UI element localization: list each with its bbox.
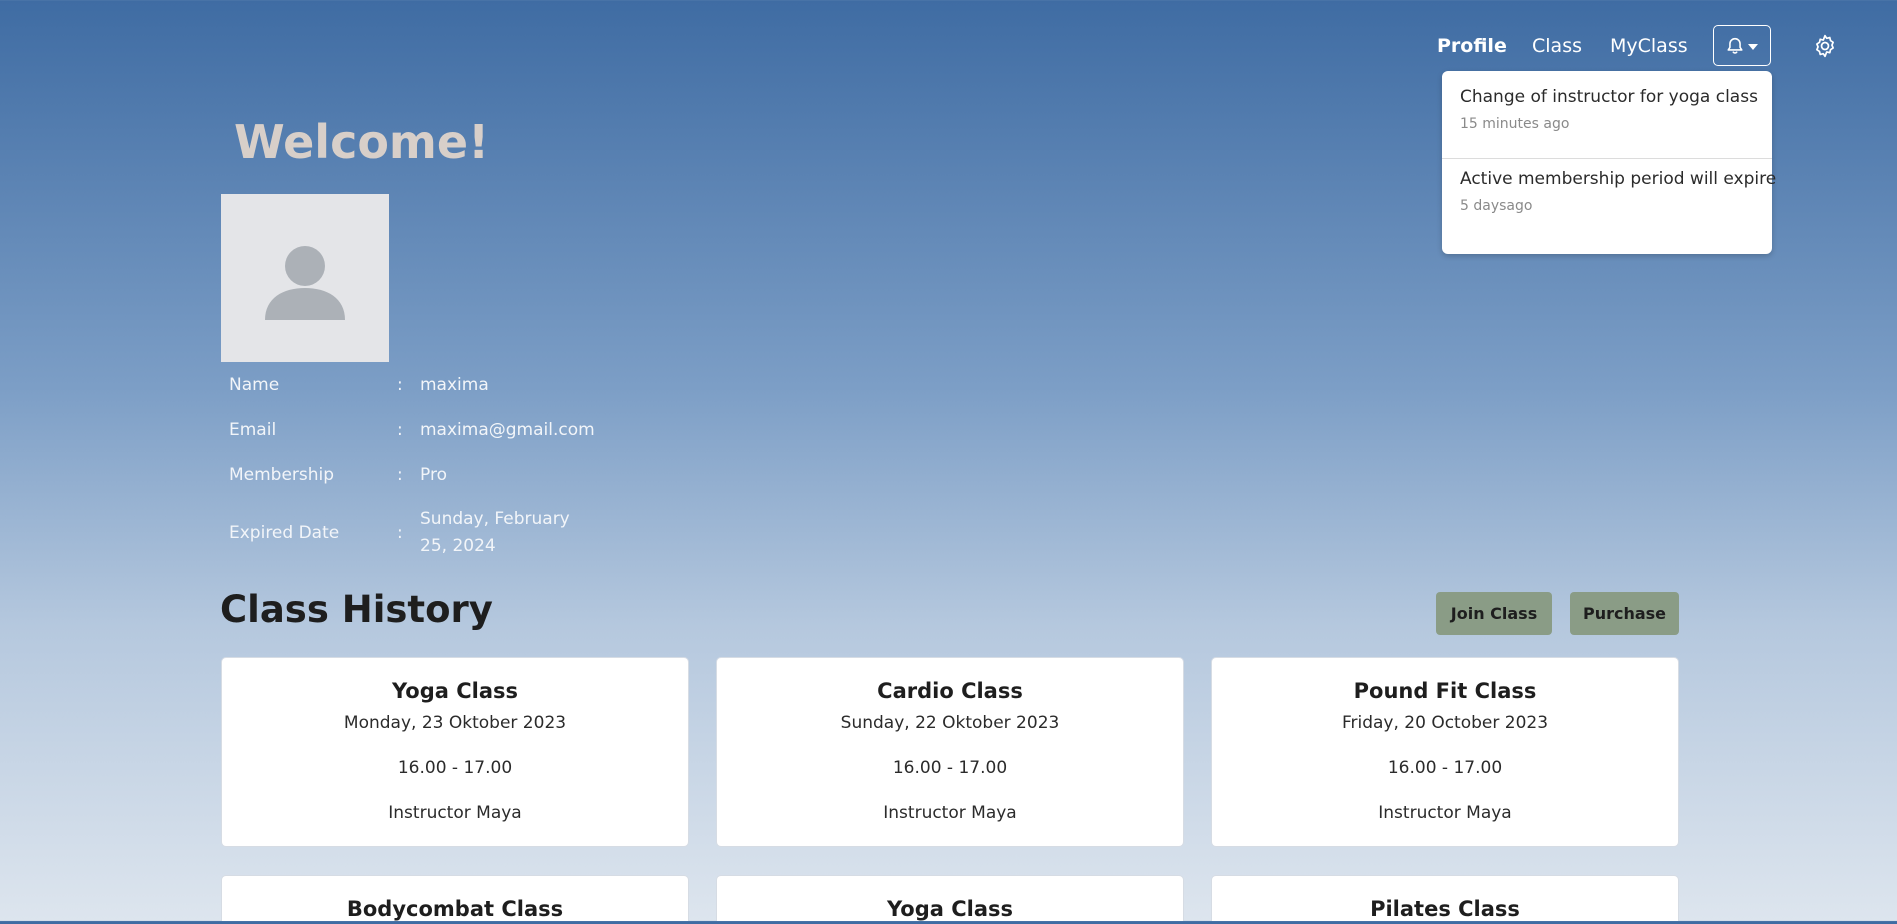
profile-separator: : [397, 465, 403, 485]
bell-icon [1727, 37, 1743, 54]
nav-profile-link[interactable]: Profile [1437, 34, 1507, 58]
class-history-title: Class History [220, 588, 493, 631]
purchase-button[interactable]: Purchase [1570, 592, 1679, 635]
class-card-title: Yoga Class [392, 679, 518, 703]
profile-label: Name [229, 375, 280, 395]
profile-value: Pro [420, 465, 447, 485]
class-card-instructor: Instructor Maya [883, 803, 1017, 823]
notification-time: 15 minutes ago [1460, 116, 1570, 132]
class-card-title: Bodycombat Class [346, 897, 564, 921]
notification-time: 5 daysago [1460, 198, 1533, 214]
notification-item[interactable]: Active membership period will expire 5 d… [1442, 158, 1777, 244]
profile-value: maxima [420, 375, 489, 395]
nav-class-link[interactable]: Class [1532, 34, 1582, 58]
notification-item[interactable]: Change of instructor for yoga class 15 m… [1442, 85, 1772, 158]
notification-title: Change of instructor for yoga class [1460, 87, 1758, 107]
class-card-instructor: Instructor Maya [1378, 803, 1512, 823]
notification-dropdown-button[interactable] [1713, 25, 1771, 66]
profile-value: Sunday, February 25, 2024 [420, 509, 570, 556]
class-card-title: Cardio Class [877, 679, 1023, 703]
class-card[interactable]: Pound Fit Class Friday, 20 October 2023 … [1211, 657, 1679, 847]
class-card-date: Friday, 20 October 2023 [1341, 713, 1549, 733]
class-card-title: Pound Fit Class [1353, 679, 1537, 703]
welcome-heading: Welcome! [234, 115, 490, 169]
notification-dropdown-menu: Change of instructor for yoga class 15 m… [1442, 71, 1777, 254]
profile-value: maxima@gmail.com [420, 420, 595, 440]
class-card[interactable]: Bodycombat Class [221, 875, 689, 921]
class-card-time: 16.00 - 17.00 [1387, 758, 1503, 778]
profile-label: Email [229, 420, 277, 440]
profile-label: Expired Date [229, 523, 340, 543]
nav-myclass-link[interactable]: MyClass [1610, 34, 1688, 58]
gear-icon[interactable] [1812, 33, 1838, 59]
profile-separator: : [397, 375, 403, 395]
profile-separator: : [397, 523, 403, 543]
class-card-date: Sunday, 22 Oktober 2023 [840, 713, 1060, 733]
class-card-time: 16.00 - 17.00 [397, 758, 513, 778]
user-placeholder-icon [265, 246, 345, 320]
class-card-date: Monday, 23 Oktober 2023 [343, 713, 567, 733]
join-class-button[interactable]: Join Class [1436, 592, 1552, 635]
notification-title: Active membership period will expire [1460, 169, 1777, 189]
class-card-instructor: Instructor Maya [388, 803, 522, 823]
class-card-title: Yoga Class [887, 897, 1013, 921]
class-card[interactable]: Yoga Class [716, 875, 1184, 921]
profile-separator: : [397, 420, 403, 440]
class-card[interactable]: Pilates Class [1211, 875, 1679, 921]
chevron-down-icon [1748, 43, 1758, 50]
class-card-title: Pilates Class [1370, 897, 1520, 921]
class-card-time: 16.00 - 17.00 [892, 758, 1008, 778]
avatar [221, 194, 389, 362]
profile-label: Membership [229, 465, 335, 485]
class-card[interactable]: Yoga Class Monday, 23 Oktober 2023 16.00… [221, 657, 689, 847]
class-card[interactable]: Cardio Class Sunday, 22 Oktober 2023 16.… [716, 657, 1184, 847]
